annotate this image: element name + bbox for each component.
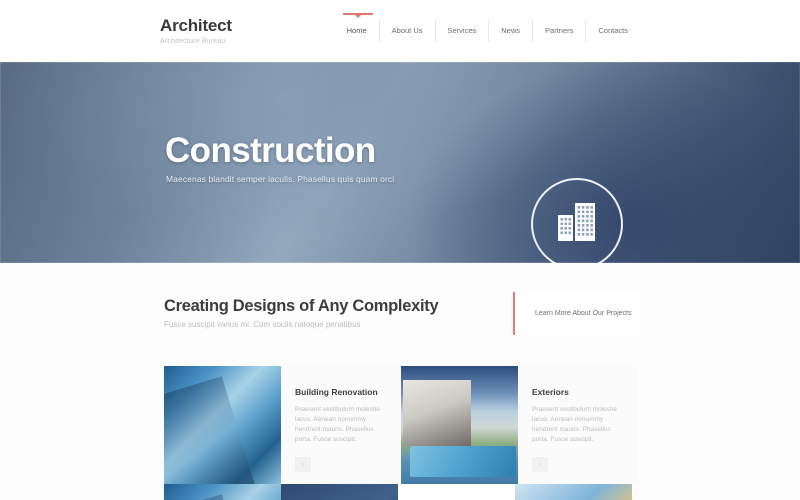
- project-card-body: Exteriors Praesent vestibulum molestie l…: [518, 366, 638, 484]
- project-card-image-bottom-2[interactable]: [281, 484, 398, 500]
- site-header: Architect Architecture Bureau Home About…: [0, 0, 800, 62]
- project-card-exteriors[interactable]: Exteriors Praesent vestibulum molestie l…: [401, 366, 638, 484]
- project-card-image-bottom-1[interactable]: [164, 484, 281, 500]
- project-card-image: [164, 366, 281, 484]
- nav-item-label: About Us: [391, 26, 423, 35]
- section-title: Creating Designs of Any Complexity: [164, 297, 439, 315]
- project-card-title: Exteriors: [532, 387, 569, 397]
- nav-item-label: Home: [346, 26, 367, 35]
- nav-item-label: Services: [447, 26, 477, 35]
- project-card-text: Praesent vestibulum molestie lacus. Aene…: [532, 406, 617, 443]
- chevron-right-icon: ›: [539, 461, 541, 468]
- hero-slider: Construction Maecenas blandit semper iac…: [0, 62, 800, 263]
- nav-active-indicator: [342, 13, 373, 18]
- brand-logo[interactable]: Architect Architecture Bureau: [160, 16, 232, 46]
- nav-item-label: Contacts: [598, 26, 628, 35]
- section-heading-block: Creating Designs of Any Complexity Fusce…: [164, 296, 439, 330]
- nav-item-label: Partners: [545, 26, 574, 35]
- project-card-body: Building Renovation Praesent vestibulum …: [281, 366, 401, 484]
- webpage-architect: Architect Architecture Bureau Home About…: [0, 0, 800, 500]
- chevron-right-icon: ›: [302, 461, 304, 468]
- project-card-text: Praesent vestibulum molestie lacus. Aene…: [295, 406, 380, 443]
- section-subtitle: Fusce suscipit varius mi. Cum sociis nat…: [164, 320, 361, 329]
- project-card-image-bottom-3[interactable]: [398, 484, 515, 500]
- projects-card-grid: Building Renovation Praesent vestibulum …: [164, 366, 638, 500]
- nav-item-about-us[interactable]: About Us: [378, 20, 435, 42]
- project-card-image-bottom-4[interactable]: [515, 484, 632, 500]
- nav-item-services[interactable]: Services: [434, 20, 489, 42]
- card-row-primary: Building Renovation Praesent vestibulum …: [164, 366, 638, 484]
- project-card-building-renovation[interactable]: Building Renovation Praesent vestibulum …: [164, 366, 401, 484]
- hero-title: Construction: [165, 131, 376, 170]
- project-card-image: [401, 366, 518, 484]
- nav-item-label: News: [501, 26, 521, 35]
- nav-item-partners[interactable]: Partners: [532, 20, 585, 42]
- hero-badge-circle: [531, 178, 623, 263]
- learn-more-cta-label: Learn More About Our Projects: [535, 309, 632, 317]
- card-row-secondary: [164, 484, 638, 500]
- project-card-readmore-button[interactable]: ›: [532, 457, 548, 472]
- hero-subtitle: Maecenas blandit semper iaculis. Phasell…: [166, 174, 395, 184]
- nav-item-contacts[interactable]: Contacts: [585, 20, 640, 42]
- brand-subtitle: Architecture Bureau: [160, 38, 226, 45]
- project-card-title: Building Renovation: [295, 387, 378, 397]
- buildings-icon: [554, 200, 600, 249]
- nav-item-home[interactable]: Home: [335, 13, 379, 42]
- project-card-readmore-button[interactable]: ›: [295, 457, 311, 472]
- main-navigation: Home About Us Services News Partners Con…: [335, 13, 640, 42]
- nav-item-news[interactable]: News: [488, 20, 532, 42]
- learn-more-cta[interactable]: Learn More About Our Projects: [513, 292, 640, 335]
- brand-title: Architect: [160, 16, 232, 35]
